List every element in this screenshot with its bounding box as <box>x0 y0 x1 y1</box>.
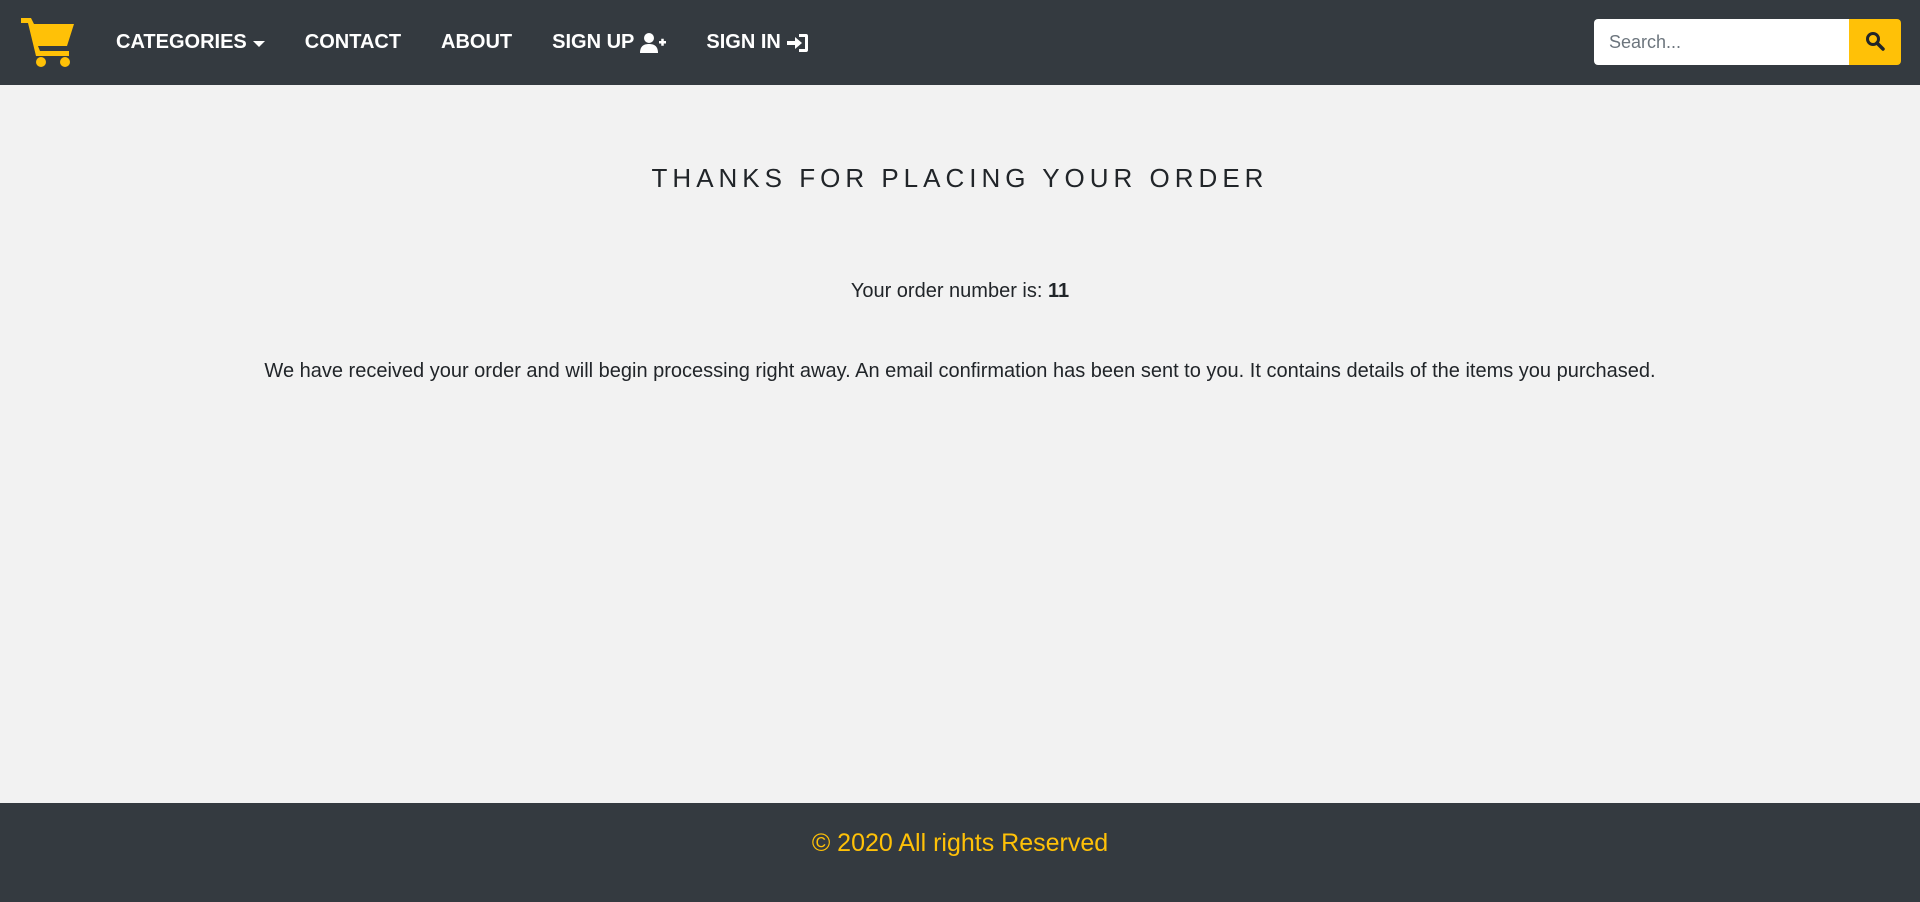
search-input[interactable] <box>1594 19 1849 65</box>
nav-categories-dropdown[interactable]: CATEGORIES <box>116 31 265 54</box>
caret-down-icon <box>252 40 265 47</box>
order-number-label: Your order number is: <box>850 280 1048 302</box>
shopping-cart-icon[interactable] <box>19 14 77 68</box>
copyright-text: © 2020 All rights Reserved <box>811 829 1109 857</box>
confirmation-message: We have received your order and will beg… <box>264 360 1656 382</box>
search-button[interactable] <box>1849 19 1901 65</box>
user-plus-icon <box>640 32 667 53</box>
nav-sign-up-label: SIGN UP <box>552 31 635 53</box>
order-number-line: Your order number is: 11 <box>0 280 1920 303</box>
main-nav: CATEGORIES CONTACT ABOUT SIGN UP SIGN IN <box>116 0 849 85</box>
nav-sign-up-link[interactable]: SIGN UP <box>552 31 667 54</box>
nav-about-label: ABOUT <box>441 31 513 53</box>
navbar: CATEGORIES CONTACT ABOUT SIGN UP SIGN IN <box>0 0 1920 85</box>
nav-about-link[interactable]: ABOUT <box>441 31 512 54</box>
search-form <box>1594 19 1901 65</box>
nav-sign-in-link[interactable]: SIGN IN <box>706 31 808 54</box>
order-confirmation: THANKS FOR PLACING YOUR ORDER Your order… <box>0 85 1920 803</box>
page-title: THANKS FOR PLACING YOUR ORDER <box>651 163 1269 193</box>
search-icon <box>1865 31 1885 54</box>
nav-contact-label: CONTACT <box>304 31 402 53</box>
nav-sign-in-label: SIGN IN <box>706 31 781 53</box>
footer: © 2020 All rights Reserved <box>0 803 1920 902</box>
nav-contact-link[interactable]: CONTACT <box>305 31 401 54</box>
sign-in-icon <box>786 33 809 53</box>
nav-categories-label: CATEGORIES <box>116 31 247 53</box>
order-number-value: 11 <box>1047 280 1070 302</box>
